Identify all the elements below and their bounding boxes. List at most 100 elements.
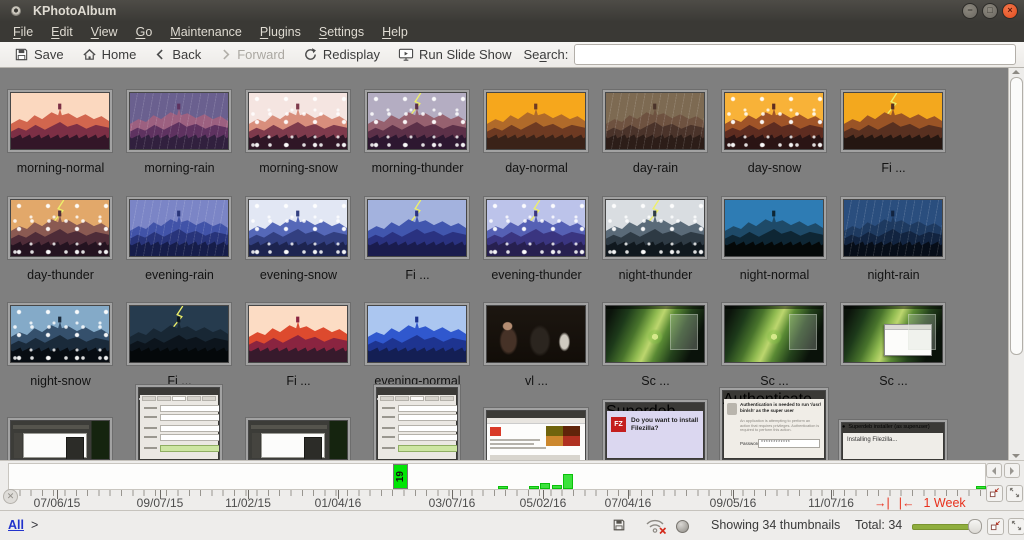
- toolbar-button-label: Redisplay: [323, 47, 380, 62]
- thumbnail-eveningthunder[interactable]: [484, 197, 588, 259]
- thumbnail-nightnormal[interactable]: [722, 197, 826, 259]
- thumbnail-dayrain[interactable]: [603, 90, 707, 152]
- thumbnail-label: morning-snow: [239, 161, 358, 175]
- thumbnail-Sc[interactable]: [603, 303, 707, 365]
- statusbar-zoom-in-button[interactable]: [987, 518, 1004, 535]
- histogram-bar: [552, 485, 562, 489]
- thumbnail-image: [129, 305, 229, 363]
- scroll-down-icon[interactable]: [1012, 454, 1020, 458]
- toolbar-button-label: Home: [102, 47, 137, 62]
- toolbar-buttons: Save Home Back Forward Redisplay Run Slide Sh…: [6, 45, 520, 64]
- toolbar-button-label: Back: [172, 47, 201, 62]
- home-button[interactable]: Home: [74, 45, 145, 64]
- menu-settings[interactable]: Settings: [310, 23, 373, 41]
- redisplay-button[interactable]: Redisplay: [295, 45, 388, 64]
- scrollbar-thumb[interactable]: [1010, 77, 1023, 355]
- thumbnail-image: [10, 305, 110, 363]
- thumbnail-morningthunder[interactable]: [365, 90, 469, 152]
- back-button[interactable]: Back: [146, 45, 209, 64]
- thumbnail-Fi[interactable]: [127, 303, 231, 365]
- thumbnail-image: [843, 305, 943, 363]
- thumbnail-image: [10, 420, 110, 460]
- timeline-scroll-right-button[interactable]: [1004, 463, 1020, 478]
- scroll-up-icon[interactable]: [1012, 70, 1020, 74]
- thumbnail-morningrain[interactable]: [127, 90, 231, 152]
- timeline-zoom-out-button[interactable]: [1006, 485, 1023, 502]
- thumbnail-daythunder[interactable]: [8, 197, 112, 259]
- statusbar-zoom-out-button[interactable]: [1008, 518, 1024, 535]
- thumbnail-label: vl ...: [477, 374, 596, 388]
- thumbnail-image: [843, 92, 943, 150]
- thumbnail-props-dialog[interactable]: [374, 385, 460, 460]
- thumbnail-eveningsnow[interactable]: [246, 197, 350, 259]
- maximize-button[interactable]: □: [982, 3, 998, 19]
- timeline-scroll-left-button[interactable]: [986, 463, 1002, 478]
- thumbnail-label: day-normal: [477, 161, 596, 175]
- thumbnail-size-slider[interactable]: [912, 524, 976, 530]
- thumbnail-label: Sc ...: [834, 374, 953, 388]
- date-label: 11/07/16: [786, 496, 876, 510]
- breadcrumb-all-link[interactable]: All: [8, 518, 24, 532]
- menu-maintenance[interactable]: Maintenance: [161, 23, 251, 41]
- thumbnail-Fi[interactable]: [841, 90, 945, 152]
- arrow-right-icon: [1010, 467, 1014, 475]
- date-histogram[interactable]: 19: [8, 463, 986, 490]
- vertical-scrollbar[interactable]: [1008, 68, 1024, 460]
- back-icon: [154, 48, 167, 61]
- save-button[interactable]: Save: [6, 45, 72, 64]
- thumbnail-daynormal[interactable]: [484, 90, 588, 152]
- redisplay-icon: [303, 47, 318, 62]
- thumbnail-Fi[interactable]: [365, 197, 469, 259]
- thumbnail-Sc[interactable]: [841, 303, 945, 365]
- thumbnail-nightthunder[interactable]: [603, 197, 707, 259]
- run-slide-show-button[interactable]: Run Slide Show: [390, 45, 520, 64]
- menu-help[interactable]: Help: [373, 23, 417, 41]
- thumbnail-morningsnow[interactable]: [246, 90, 350, 152]
- thumbnail-auth-dialog[interactable]: AuthenticateAuthentication is needed to …: [720, 388, 828, 460]
- date-label: 01/04/16: [293, 496, 383, 510]
- date-label: 09/05/16: [688, 496, 778, 510]
- thumbnail-image: [605, 92, 705, 150]
- thumbnail-image: [248, 305, 348, 363]
- thumbnail-view: morning-normalmorning-rainmorning-snowmo…: [0, 68, 1024, 460]
- thumbnail-fz-dialog[interactable]: Superdeb installerFZDo you want to insta…: [603, 400, 707, 460]
- date-label: 07/04/16: [583, 496, 673, 510]
- thumbnail-installer[interactable]: ● Superdeb installer (as superuser)Insta…: [839, 420, 947, 460]
- total-count: Total: 34: [855, 518, 902, 532]
- search-input[interactable]: [574, 44, 1016, 65]
- minimize-button[interactable]: −: [962, 3, 978, 19]
- thumbnail-browser[interactable]: [484, 408, 588, 460]
- thumbnail-filemanager[interactable]: [246, 418, 350, 460]
- thumbnail-filemanager[interactable]: [8, 418, 112, 460]
- thumbnail-label: Fi ...: [239, 374, 358, 388]
- menu-plugins[interactable]: Plugins: [251, 23, 310, 41]
- zoom-in-icon: [990, 520, 1001, 534]
- titlebar[interactable]: KPhotoAlbum − □ ×: [0, 0, 1024, 22]
- selected-date-marker[interactable]: 19: [393, 464, 408, 489]
- thumbnail-Sc[interactable]: [722, 303, 826, 365]
- menu-view[interactable]: View: [82, 23, 127, 41]
- thumbnail-props-dialog[interactable]: [136, 385, 222, 460]
- menu-edit[interactable]: Edit: [42, 23, 82, 41]
- menu-file[interactable]: File: [4, 23, 42, 41]
- clear-date-selection-icon[interactable]: ✕: [3, 489, 18, 504]
- slider-handle[interactable]: [968, 519, 982, 534]
- thumbnail-eveningrain[interactable]: [127, 197, 231, 259]
- thumbnail-vl[interactable]: [484, 303, 588, 365]
- thumbnail-label: evening-rain: [120, 268, 239, 282]
- forward-button[interactable]: Forward: [211, 45, 293, 64]
- thumbnail-image: AuthenticateAuthentication is needed to …: [722, 390, 826, 460]
- thumbnail-Fi[interactable]: [246, 303, 350, 365]
- thumbnail-nightrain[interactable]: [841, 197, 945, 259]
- date-label: 03/07/16: [407, 496, 497, 510]
- thumbnail-daysnow[interactable]: [722, 90, 826, 152]
- thumbnail-label: day-rain: [596, 161, 715, 175]
- menu-go[interactable]: Go: [127, 23, 162, 41]
- close-button[interactable]: ×: [1002, 3, 1018, 19]
- thumbnail-eveningnormal[interactable]: [365, 303, 469, 365]
- thumbnail-morningnormal[interactable]: [8, 90, 112, 152]
- home-icon: [82, 47, 97, 62]
- timeline-zoom-in-button[interactable]: [986, 485, 1003, 502]
- thumbnail-nightsnow[interactable]: [8, 303, 112, 365]
- histogram-bar: [540, 483, 550, 489]
